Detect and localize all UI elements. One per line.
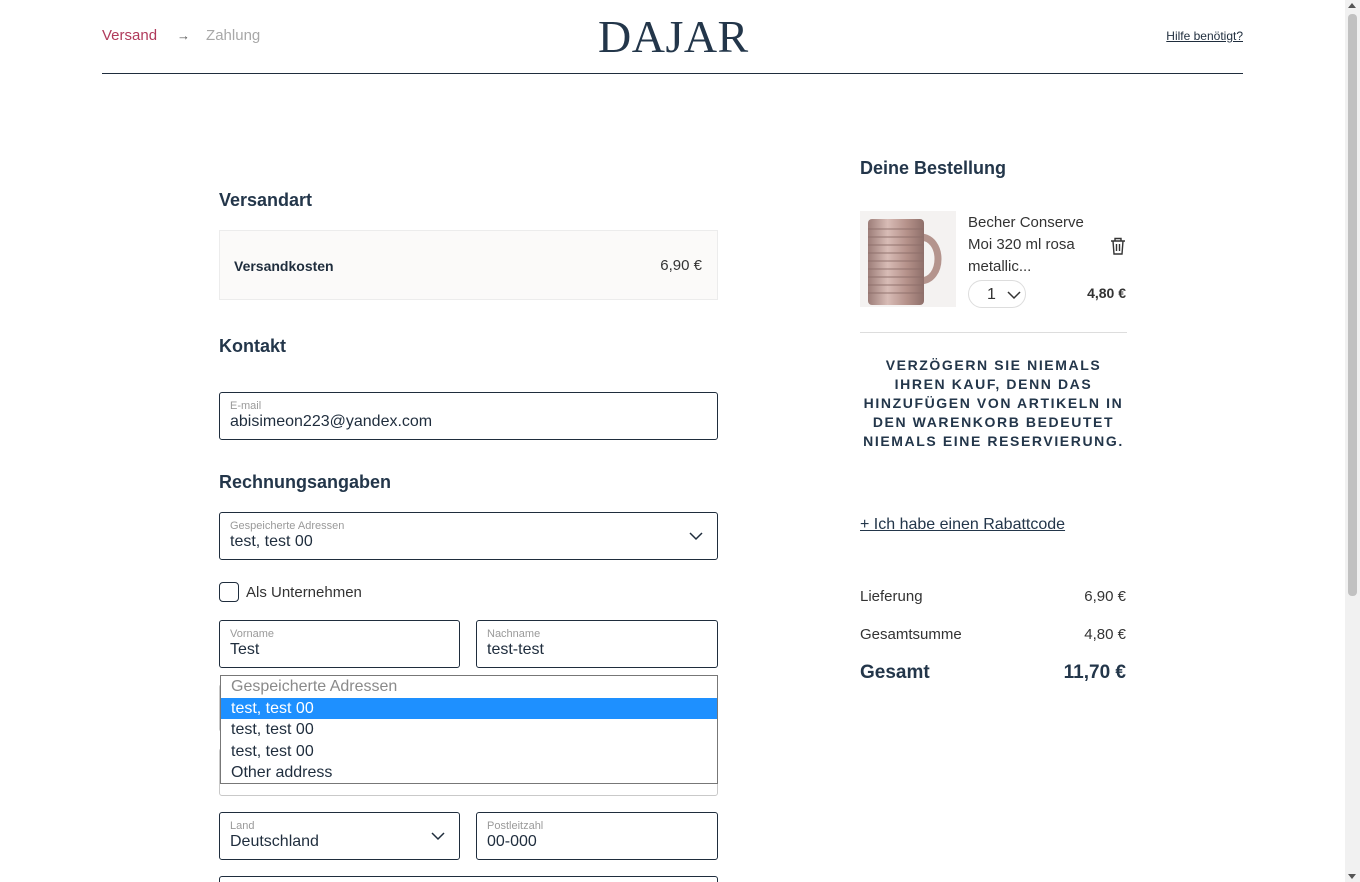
delivery-row: Lieferung 6,90 € [860, 588, 1126, 605]
subtotal-row: Gesamtsumme 4,80 € [860, 626, 1126, 643]
firstname-field[interactable]: Vorname Test [219, 620, 460, 668]
dropdown-option[interactable]: test, test 00 [221, 719, 717, 741]
summary-divider [860, 332, 1127, 333]
scrollbar-thumb[interactable] [1348, 14, 1357, 596]
brand-logo[interactable]: DAJAR [598, 10, 749, 63]
mug-icon [868, 219, 942, 305]
saved-address-label: Gespeicherte Adressen [230, 520, 345, 532]
country-label: Land [230, 820, 255, 832]
page-scrollbar[interactable] [1345, 0, 1360, 882]
chevron-down-icon [431, 832, 445, 841]
order-title: Deine Bestellung [860, 158, 1007, 178]
zip-field[interactable]: Postleitzahl 00-000 [476, 812, 718, 860]
company-checkbox-label[interactable]: Als Unternehmen [246, 584, 362, 601]
shipping-option[interactable]: Versandkosten 6,90 € [219, 230, 718, 300]
scroll-down-arrow-icon[interactable] [1348, 874, 1356, 879]
country-select[interactable]: Land Deutschland [219, 812, 460, 860]
product-image[interactable] [860, 211, 956, 307]
step-payment[interactable]: Zahlung [206, 27, 260, 44]
saved-address-dropdown[interactable]: Gespeicherte Adressen test, test 00 test… [220, 675, 718, 784]
saved-address-value: test, test 00 [230, 533, 313, 550]
shipping-option-label: Versandkosten [234, 258, 334, 274]
email-field[interactable]: E-mail abisimeon223@yandex.com [219, 392, 718, 440]
billing-title: Rechnungsangaben [219, 472, 392, 492]
company-checkbox[interactable] [219, 582, 239, 602]
dropdown-option[interactable]: test, test 00 [221, 741, 717, 763]
trash-icon[interactable] [1109, 236, 1127, 256]
product-name[interactable]: Becher Conserve Moi 320 ml rosa metallic… [968, 212, 1098, 278]
shipping-title: Versandart [219, 190, 313, 210]
dropdown-option[interactable]: test, test 00 [221, 697, 717, 720]
help-link[interactable]: Hilfe benötigt? [1166, 29, 1243, 43]
city-field[interactable] [219, 876, 718, 882]
quantity-value: 1 [987, 286, 996, 303]
delivery-label: Lieferung [860, 588, 923, 605]
saved-address-select[interactable]: Gespeicherte Adressen test, test 00 [219, 512, 718, 560]
email-label: E-mail [230, 400, 262, 412]
step-shipping[interactable]: Versand [102, 27, 157, 44]
dropdown-option: Gespeicherte Adressen [231, 678, 398, 695]
reservation-notice: VERZÖGERN SIE NIEMALS IHREN KAUF, DENN D… [863, 357, 1124, 449]
line-price: 4,80 € [1087, 285, 1126, 301]
country-value: Deutschland [230, 833, 319, 850]
lastname-field[interactable]: Nachname test-test [476, 620, 718, 668]
total-row: Gesamt 11,70 € [860, 662, 1126, 684]
contact-title: Kontakt [219, 336, 286, 356]
lastname-label: Nachname [487, 628, 541, 640]
firstname-label: Vorname [230, 628, 275, 640]
subtotal-value: 4,80 € [1084, 626, 1126, 643]
zip-value: 00-000 [487, 833, 537, 850]
email-value: abisimeon223@yandex.com [230, 413, 433, 430]
arrow-right-icon: → [177, 28, 191, 43]
lastname-value: test-test [487, 641, 544, 658]
discount-code-link[interactable]: + Ich habe einen Rabattcode [860, 516, 1065, 534]
total-label: Gesamt [860, 662, 930, 683]
scroll-up-arrow-icon[interactable] [1348, 3, 1356, 8]
zip-label: Postleitzahl [487, 820, 544, 832]
delivery-value: 6,90 € [1084, 588, 1126, 605]
checkout-steps: Versand → Zahlung [102, 27, 260, 44]
chevron-down-icon [1007, 291, 1021, 300]
total-value: 11,70 € [1063, 662, 1126, 683]
chevron-down-icon [689, 532, 703, 541]
checkout-header: Versand → Zahlung DAJAR Hilfe benötigt? [102, 0, 1243, 74]
subtotal-label: Gesamtsumme [860, 626, 962, 643]
dropdown-option-other[interactable]: Other address [221, 762, 717, 784]
shipping-option-price: 6,90 € [660, 257, 702, 274]
quantity-select[interactable]: 1 [968, 280, 1026, 308]
firstname-value: Test [230, 641, 260, 658]
